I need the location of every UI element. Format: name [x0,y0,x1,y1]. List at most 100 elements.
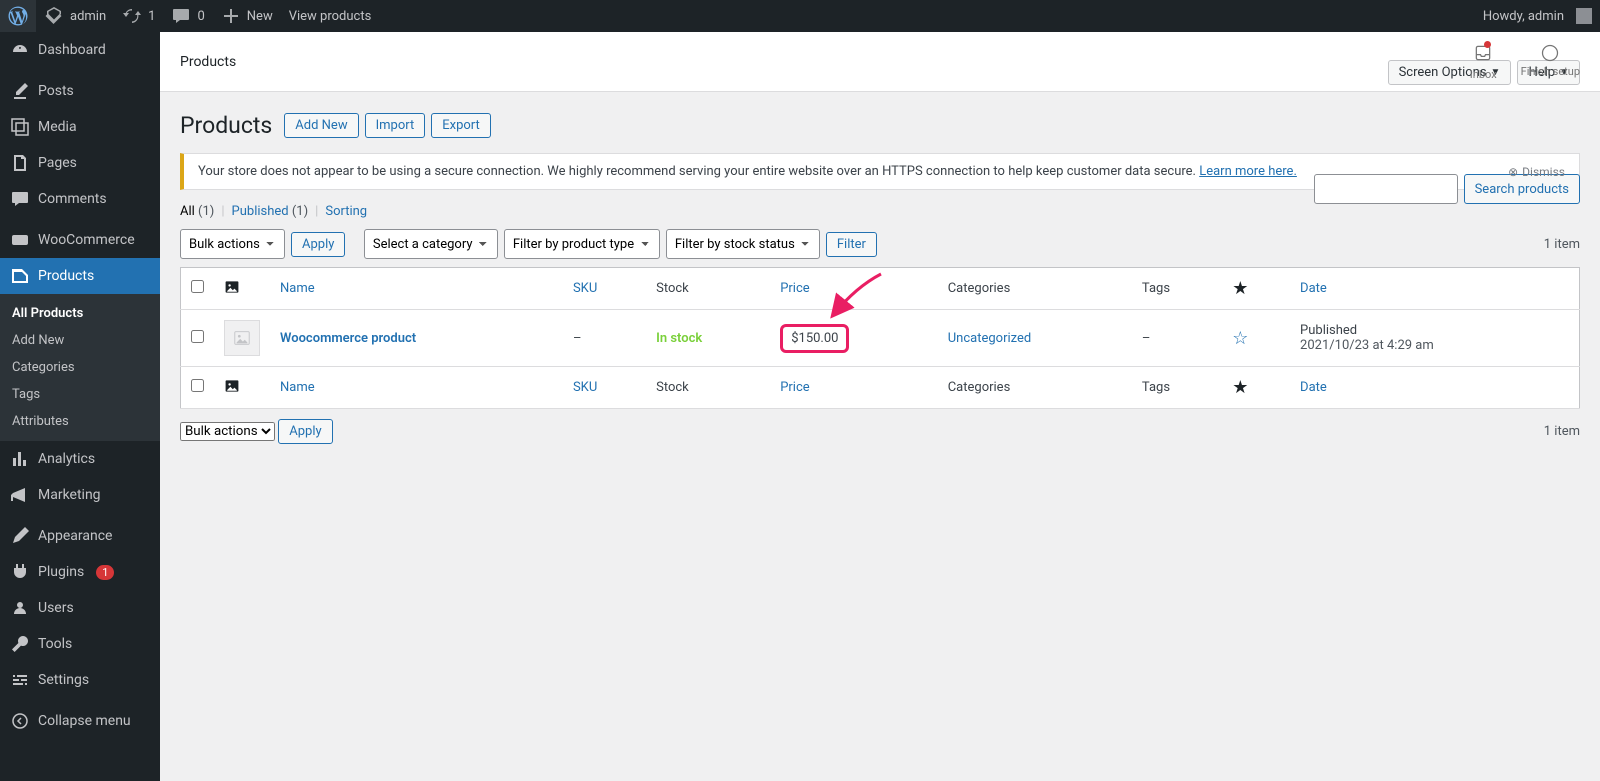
notice-text: Your store does not appear to be using a… [198,164,1199,179]
product-tags: – [1132,310,1222,367]
col-stock: Stock [646,268,770,310]
product-thumbnail[interactable] [224,320,260,356]
updates[interactable]: 1 [114,0,163,32]
menu-marketing[interactable]: Marketing [0,477,160,513]
menu-settings[interactable]: Settings [0,662,160,698]
row-checkbox[interactable] [191,330,204,343]
col-name[interactable]: Name [270,367,563,409]
notice-dismiss[interactable]: ⊗Dismiss [1508,165,1565,179]
submenu-add-new[interactable]: Add New [0,327,160,354]
menu-products[interactable]: Products [0,258,160,294]
comments-count: 0 [197,9,204,24]
search-button[interactable]: Search products [1464,174,1580,204]
col-tags: Tags [1132,367,1222,409]
menu-woocommerce[interactable]: WooCommerce [0,222,160,258]
col-featured: ★ [1222,367,1290,409]
inbox-button[interactable]: Inbox [1470,43,1497,81]
menu-media[interactable]: Media [0,109,160,145]
dismiss-icon: ⊗ [1508,165,1518,179]
menu-tools[interactable]: Tools [0,626,160,662]
submenu-tags[interactable]: Tags [0,381,160,408]
view-products[interactable]: View products [281,0,380,32]
status-filter-links: All (1) | Published (1) | Sorting [180,204,1314,219]
product-name-link[interactable]: Woocommerce product [280,331,416,346]
new-label: New [247,9,273,24]
woocommerce-header: Products Inbox Finish setup [160,32,1600,92]
col-categories: Categories [938,268,1132,310]
filter-button[interactable]: Filter [826,232,877,257]
new-content[interactable]: New [213,0,281,32]
tablenav-bottom: Bulk actions Apply 1 item [180,419,1580,444]
content-body: Products Inbox Finish setup Screen Optio… [160,0,1600,484]
updates-count: 1 [148,9,155,24]
col-featured: ★ [1222,268,1290,310]
wc-header-title: Products [180,54,236,70]
view-all[interactable]: All (1) [180,204,214,219]
inbox-notification-dot [1484,41,1491,48]
filter-stock-select[interactable]: Filter by stock status [666,229,820,259]
col-date[interactable]: Date [1290,367,1579,409]
plugins-badge: 1 [96,565,114,580]
import-button[interactable]: Import [365,113,426,138]
col-sku[interactable]: SKU [563,268,646,310]
menu-pages[interactable]: Pages [0,145,160,181]
bulk-apply-button-bottom[interactable]: Apply [278,419,332,444]
item-count-bottom: 1 item [1544,424,1580,439]
admin-menu: Dashboard Posts Media Pages Comments Woo… [0,32,160,781]
select-all-checkbox-bottom[interactable] [191,379,204,392]
comments-bubble[interactable]: 0 [163,0,212,32]
view-sorting[interactable]: Sorting [325,204,367,219]
product-date: 2021/10/23 at 4:29 am [1300,338,1569,353]
col-date[interactable]: Date [1290,268,1579,310]
menu-appearance[interactable]: Appearance [0,518,160,554]
col-sku[interactable]: SKU [563,367,646,409]
featured-star-toggle[interactable]: ☆ [1232,328,1248,349]
product-stock: In stock [656,331,702,346]
site-name[interactable]: admin [36,0,114,32]
submenu-categories[interactable]: Categories [0,354,160,381]
star-icon: ★ [1232,278,1248,299]
col-price[interactable]: Price [770,367,938,409]
avatar-icon [1576,8,1592,24]
howdy-account[interactable]: Howdy, admin [1475,0,1600,32]
image-column-icon [224,284,240,299]
finish-setup-button[interactable]: Finish setup [1521,43,1580,81]
product-price: $150.00 [780,324,849,353]
menu-analytics[interactable]: Analytics [0,441,160,477]
col-name[interactable]: Name [270,268,563,310]
bulk-apply-button[interactable]: Apply [291,232,345,257]
menu-posts[interactable]: Posts [0,73,160,109]
product-sku: – [563,310,646,367]
search-box: Search products [1314,174,1580,204]
filter-type-select[interactable]: Filter by product type [504,229,660,259]
submenu-attributes[interactable]: Attributes [0,408,160,435]
menu-users[interactable]: Users [0,590,160,626]
select-all-checkbox-top[interactable] [191,280,204,293]
table-row[interactable]: Woocommerce product – In stock $150.00 U… [181,310,1580,367]
products-table: Name SKU Stock Price Categories Tags ★ D… [180,267,1580,409]
site-name-text: admin [70,9,106,24]
filter-category-select[interactable]: Select a category [364,229,498,259]
search-input[interactable] [1314,174,1458,204]
menu-plugins[interactable]: Plugins1 [0,554,160,590]
add-new-button[interactable]: Add New [284,113,358,138]
products-submenu: All Products Add New Categories Tags Att… [0,294,160,441]
view-published[interactable]: Published (1) [232,204,309,219]
admin-toolbar: admin 1 0 New View products Howdy, admin [0,0,1600,32]
product-category-link[interactable]: Uncategorized [948,331,1031,346]
notice-learn-more-link[interactable]: Learn more here. [1199,164,1297,179]
bulk-actions-select-bottom[interactable]: Bulk actions [180,422,275,441]
tablenav-top: Bulk actions Apply Select a category Fil… [180,229,1580,259]
menu-dashboard[interactable]: Dashboard [0,32,160,68]
export-button[interactable]: Export [431,113,491,138]
image-column-icon [224,383,240,398]
menu-comments[interactable]: Comments [0,181,160,217]
star-icon: ★ [1232,377,1248,398]
menu-collapse[interactable]: Collapse menu [0,703,160,739]
bulk-actions-select[interactable]: Bulk actions [180,229,285,259]
page-heading-row: Products Add New Import Export [180,112,1580,139]
wp-logo[interactable] [0,0,36,32]
item-count-top: 1 item [1544,237,1580,252]
submenu-all-products[interactable]: All Products [0,300,160,327]
col-price[interactable]: Price [770,268,938,310]
